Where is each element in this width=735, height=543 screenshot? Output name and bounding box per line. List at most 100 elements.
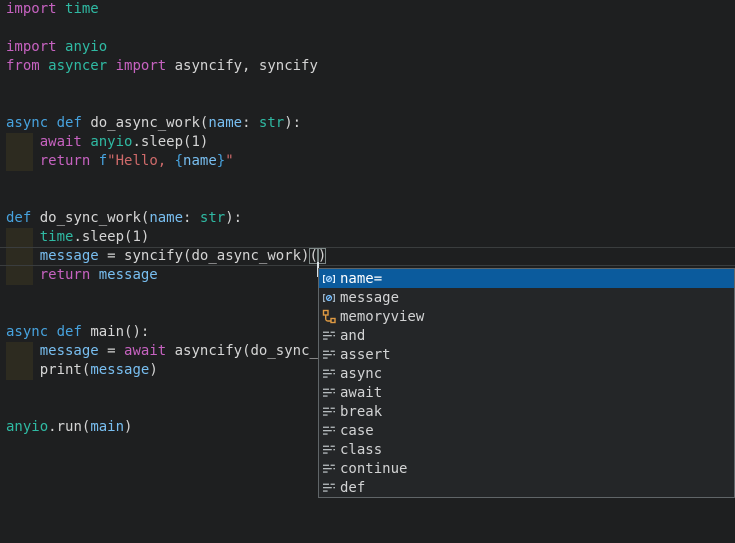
code-token: async — [6, 324, 48, 340]
code-token: message — [40, 248, 99, 264]
code-token — [107, 58, 115, 74]
symbol-keyword-icon — [321, 328, 337, 344]
suggest-item-label: message — [340, 290, 399, 306]
code-token: ): — [284, 115, 301, 131]
code-token: asyncify, syncify — [166, 58, 318, 74]
code-token: message — [40, 343, 99, 359]
code-token — [57, 1, 65, 17]
code-token — [90, 267, 98, 283]
code-token — [31, 210, 39, 226]
suggest-item[interactable]: assert — [319, 345, 734, 364]
code-line-11[interactable] — [0, 190, 735, 209]
code-token: ) — [124, 419, 132, 435]
code-line-5[interactable] — [0, 76, 735, 95]
suggest-item[interactable]: message — [319, 288, 734, 307]
code-line-2[interactable] — [0, 19, 735, 38]
code-token — [6, 343, 40, 359]
code-token — [57, 39, 65, 55]
symbol-keyword-icon — [321, 423, 337, 439]
code-token: message — [90, 362, 149, 378]
symbol-variable-icon — [321, 290, 337, 306]
code-token: : — [242, 115, 259, 131]
suggest-item[interactable]: await — [319, 383, 734, 402]
autocomplete-popup[interactable]: name= message memoryview andassert async awai… — [318, 268, 735, 498]
code-line-12[interactable]: def do_sync_work(name: str): — [0, 209, 735, 228]
suggest-item-label: and — [340, 328, 365, 344]
code-line-3[interactable]: import anyio — [0, 38, 735, 57]
code-token — [166, 343, 174, 359]
symbol-variable-icon — [321, 271, 337, 287]
suggest-item-label: async — [340, 366, 382, 382]
suggest-item[interactable]: class — [319, 440, 734, 459]
suggest-item-label: await — [340, 385, 382, 401]
code-token: print — [40, 362, 82, 378]
code-line-8[interactable]: await anyio.sleep(1) — [0, 133, 735, 152]
suggest-item[interactable]: async — [319, 364, 734, 383]
code-token: name — [149, 210, 183, 226]
code-token: main — [90, 324, 124, 340]
suggest-item[interactable]: case — [319, 421, 734, 440]
code-token — [6, 134, 40, 150]
code-token: main — [90, 419, 124, 435]
suggest-item-label: class — [340, 442, 382, 458]
code-editor[interactable]: import timeimport anyiofrom asyncer impo… — [0, 0, 735, 543]
code-token: = — [99, 248, 124, 264]
suggest-item[interactable]: and — [319, 326, 734, 345]
code-token — [40, 58, 48, 74]
code-line-7[interactable]: async def do_async_work(name: str): — [0, 114, 735, 133]
suggest-item-label: break — [340, 404, 382, 420]
code-token: def — [57, 324, 82, 340]
code-line-13[interactable]: time.sleep(1) — [0, 228, 735, 247]
code-line-14[interactable]: message = syncify(do_async_work)() — [0, 247, 735, 266]
code-line-6[interactable] — [0, 95, 735, 114]
code-token — [90, 153, 98, 169]
code-token: message — [99, 267, 158, 283]
code-token: .run( — [48, 419, 90, 435]
code-token: .sleep(1) — [73, 229, 149, 245]
code-line-4[interactable]: from asyncer import asyncify, syncify — [0, 57, 735, 76]
code-token: str — [200, 210, 225, 226]
code-line-10[interactable] — [0, 171, 735, 190]
code-token: (): — [124, 324, 149, 340]
code-token: anyio — [90, 134, 132, 150]
suggest-item-label: memoryview — [340, 309, 424, 325]
code-token: time — [65, 1, 99, 17]
suggest-item[interactable]: def — [319, 478, 734, 497]
code-token: : — [183, 210, 200, 226]
code-token — [6, 248, 40, 264]
code-token: import — [6, 1, 57, 17]
symbol-keyword-icon — [321, 442, 337, 458]
symbol-keyword-icon — [321, 404, 337, 420]
code-token: from — [6, 58, 40, 74]
suggest-item-label: name= — [340, 271, 382, 287]
code-token: await — [124, 343, 166, 359]
suggest-item-label: def — [340, 480, 365, 496]
code-token: ): — [225, 210, 242, 226]
suggest-item[interactable]: continue — [319, 459, 734, 478]
matched-bracket: ) — [318, 248, 326, 264]
code-token: def — [57, 115, 82, 131]
code-token: asyncer — [48, 58, 107, 74]
code-line-9[interactable]: return f"Hello, {name}" — [0, 152, 735, 171]
code-token: name — [183, 153, 217, 169]
code-token: str — [259, 115, 284, 131]
suggest-item[interactable]: name= — [319, 269, 734, 288]
suggest-item[interactable]: break — [319, 402, 734, 421]
code-token — [48, 115, 56, 131]
code-token — [6, 153, 40, 169]
code-token — [48, 324, 56, 340]
code-token: ) — [149, 362, 157, 378]
code-line-1[interactable]: import time — [0, 0, 735, 19]
symbol-keyword-icon — [321, 347, 337, 363]
code-token: } — [217, 153, 225, 169]
suggestion-list: name= message memoryview andassert async awai… — [319, 269, 734, 497]
code-token: import — [6, 39, 57, 55]
code-token: return — [40, 267, 91, 283]
suggest-item[interactable]: memoryview — [319, 307, 734, 326]
code-token: do_sync_work — [40, 210, 141, 226]
code-token: " — [225, 153, 233, 169]
code-token: (do_sync_ — [242, 343, 318, 359]
code-token: anyio — [6, 419, 48, 435]
code-token: def — [6, 210, 31, 226]
code-token: do_async_work — [90, 115, 200, 131]
